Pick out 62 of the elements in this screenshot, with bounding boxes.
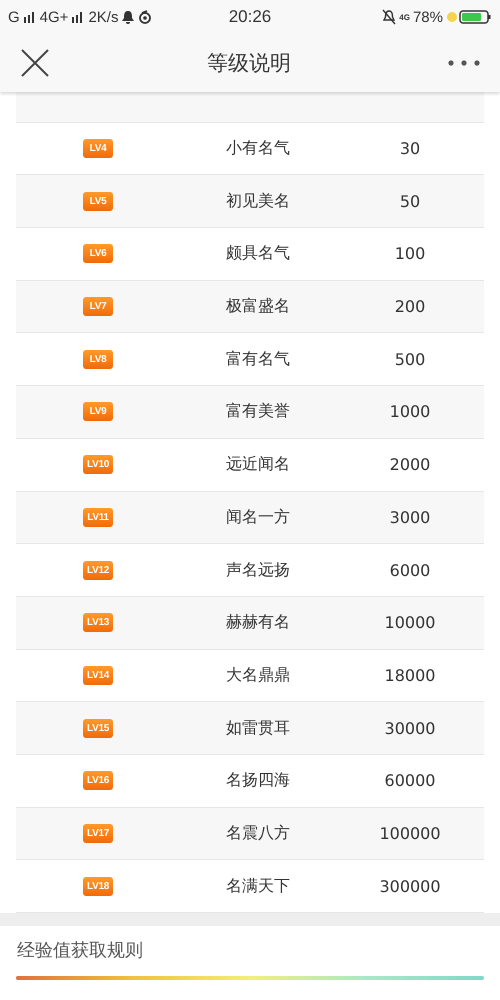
level-name: 声名远扬 <box>225 560 291 581</box>
status-text: 4G+ <box>40 8 68 26</box>
level-badge: LV11 <box>83 508 113 527</box>
battery-icon <box>446 9 492 25</box>
more-button[interactable] <box>448 60 480 66</box>
level-badge: LV7 <box>83 297 113 316</box>
level-name: 如雷贯耳 <box>225 718 291 739</box>
level-badge: LV17 <box>83 824 113 843</box>
level-badge: LV5 <box>83 192 113 211</box>
signal-icon <box>22 10 37 24</box>
level-name: 富有美誉 <box>225 401 291 422</box>
level-name: 远近闻名 <box>225 454 291 476</box>
points-value: 1000 <box>388 402 432 422</box>
level-name: 富有名气 <box>225 348 291 370</box>
close-button[interactable] <box>20 48 50 78</box>
points-value: 200 <box>394 297 426 316</box>
level-badge: LV15 <box>83 718 113 738</box>
level-badge: LV4 <box>83 139 113 158</box>
points-value: 100000 <box>378 824 442 843</box>
status-text: 2K/s <box>88 8 118 26</box>
points-value: 100 <box>394 244 426 264</box>
level-name: 名满天下 <box>225 876 291 897</box>
battery-percent: 78% <box>412 8 443 26</box>
points-value: 30000 <box>384 718 436 738</box>
level-badge: LV10 <box>83 455 113 474</box>
level-name: 初见美名 <box>225 190 291 212</box>
points-value: 300000 <box>378 876 442 896</box>
spiral-icon <box>138 10 152 24</box>
points-value: 50 <box>398 192 422 211</box>
points-value: 2000 <box>388 455 432 474</box>
page-title: 等级说明 <box>207 50 291 77</box>
points-value: 18000 <box>384 666 436 685</box>
points-value: 10000 <box>384 613 436 632</box>
level-badge: LV14 <box>83 666 113 685</box>
section-title: 经验值获取规则 <box>16 939 144 962</box>
level-name: 大名鼎鼎 <box>225 664 291 686</box>
level-badge: LV8 <box>83 350 113 369</box>
points-value: 500 <box>394 350 426 369</box>
level-name: 颇具名气 <box>225 243 291 264</box>
level-badge: LV6 <box>83 244 113 264</box>
status-text: G <box>8 8 20 26</box>
points-value: 60000 <box>384 771 436 790</box>
level-badge: LV18 <box>83 876 113 896</box>
points-value: 3000 <box>388 508 432 527</box>
bell-icon <box>121 10 136 24</box>
level-name: 名震八方 <box>225 822 291 844</box>
level-badge: LV16 <box>83 771 113 790</box>
level-badge: LV12 <box>83 560 113 580</box>
close-icon <box>20 48 50 78</box>
level-name: 极富盛名 <box>225 296 291 318</box>
muted-bell-icon <box>382 9 396 25</box>
level-name: 闻名一方 <box>225 506 291 528</box>
points-value: 6000 <box>388 560 432 580</box>
more-icon <box>448 60 480 66</box>
level-name: 名扬四海 <box>225 770 291 792</box>
level-name: 赫赫有名 <box>225 612 291 634</box>
level-badge: LV9 <box>83 402 113 422</box>
points-value: 30 <box>398 139 422 158</box>
level-badge: LV13 <box>83 613 113 632</box>
network-label: 4G <box>399 12 410 22</box>
level-name: 小有名气 <box>225 138 291 160</box>
clock-time: 20:26 <box>228 7 272 27</box>
